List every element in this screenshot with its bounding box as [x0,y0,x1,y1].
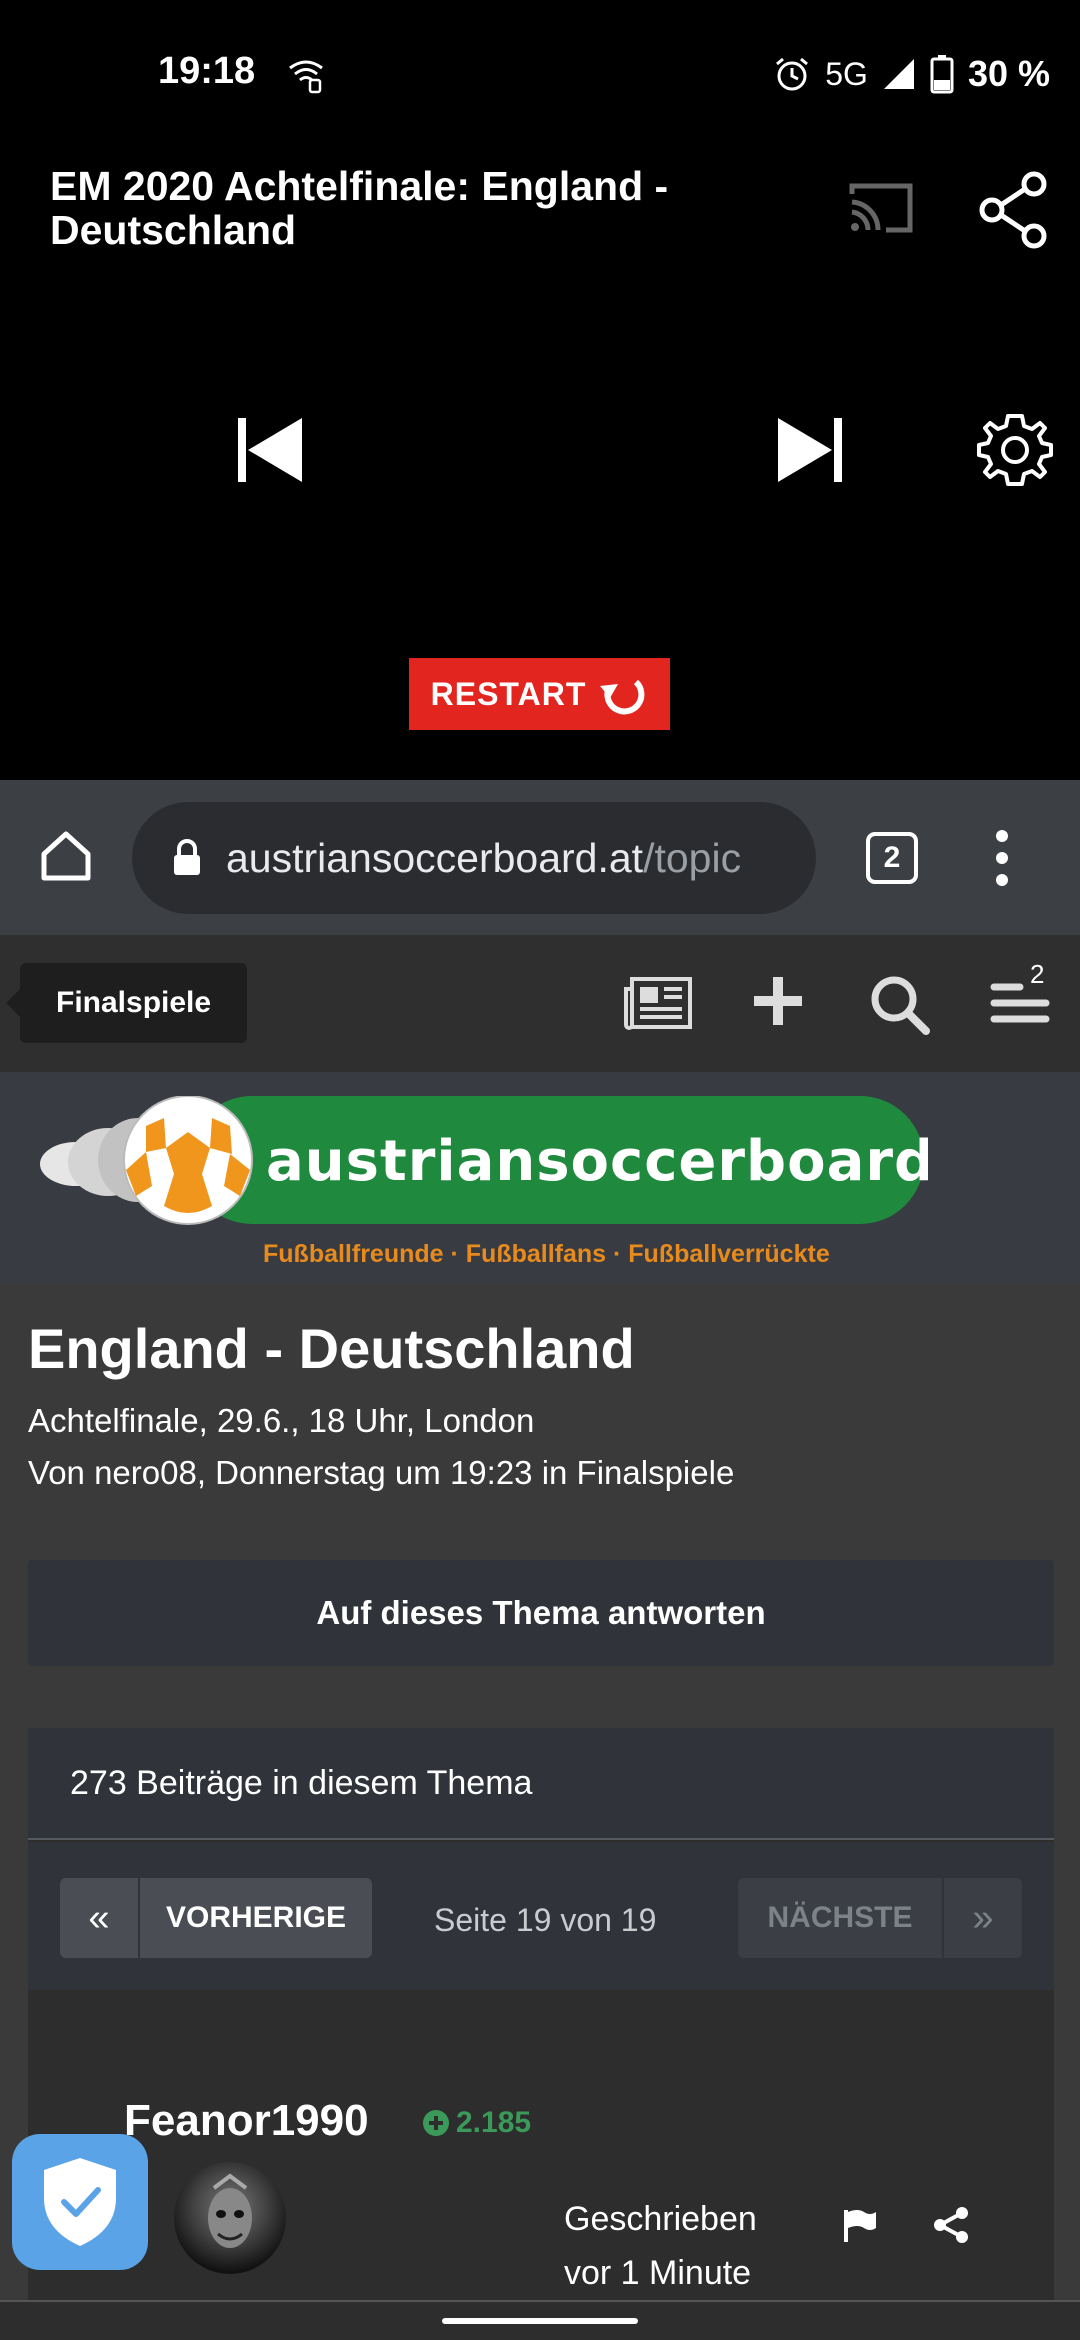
post-author[interactable]: Feanor1990 [124,2096,369,2146]
previous-icon[interactable] [234,414,306,486]
avatar-image [208,2173,252,2248]
posts-container: 273 Beiträge in diesem Thema « VORHERIGE… [28,1728,1054,2300]
share-icon[interactable] [932,2206,970,2244]
restart-button[interactable]: RESTART [409,658,670,730]
pagination: « VORHERIGE Seite 19 von 19 NÄCHSTE » [28,1842,1054,1990]
flag-icon[interactable] [840,2206,878,2244]
next-page-button: NÄCHSTE [738,1878,942,1958]
alarm-icon [776,57,809,91]
clock: 19:18 [158,50,256,92]
news-icon[interactable] [622,975,694,1031]
menu-badge: 2 [1030,959,1045,989]
reputation-badge: 2.185 [422,2106,531,2140]
url-path: /topic [643,834,742,881]
gesture-bar [0,2300,1080,2340]
url-host: austriansoccerboard.at [226,834,644,881]
site-banner: austriansoccerboard.at Fußballfreunde · … [0,1072,1080,1284]
settings-icon[interactable] [975,410,1055,490]
restart-icon [600,679,645,715]
first-page-button[interactable]: « [60,1878,138,1958]
topic-subtitle: Achtelfinale, 29.6., 18 Uhr, London [28,1402,535,1439]
battery-icon [930,55,954,94]
search-icon[interactable] [868,973,930,1035]
network-type: 5G [825,55,868,92]
home-icon[interactable] [38,828,94,884]
battery-level: 30 % [967,53,1050,94]
page-info[interactable]: Seite 19 von 19 [434,1902,656,1939]
overflow-menu-icon[interactable] [986,828,1018,888]
cast-icon[interactable] [848,180,914,236]
reputation-value: 2.185 [456,2106,532,2139]
logo-site-name: austriansoccerboard.at [266,1129,928,1194]
home-indicator[interactable] [442,2318,638,2324]
last-page-button: » [944,1878,1022,1958]
topic-meta: Von nero08, Donnerstag um 19:23 in Final… [28,1454,735,1491]
post-timestamp-line2: vor 1 Minute [564,2254,752,2292]
tab-switcher-button[interactable]: 2 [866,832,918,884]
post-count: 273 Beiträge in diesem Thema [28,1728,1054,1840]
previous-page-button[interactable]: VORHERIGE [140,1878,372,1958]
share-icon[interactable] [978,170,1050,250]
video-title: EM 2020 Achtelfinale: England - Deutschl… [50,163,669,253]
signal-icon [883,59,914,89]
post-timestamp: Geschrieben vor 1 Minute [564,2192,757,2300]
breadcrumb[interactable]: Finalspiele [5,963,248,1043]
shield-check-icon [44,2158,116,2246]
plus-circle-icon [423,2110,449,2136]
topic-title: England - Deutschland [28,1317,635,1380]
privacy-shield-button[interactable] [12,2134,148,2270]
next-icon[interactable] [774,414,846,486]
avatar[interactable] [174,2162,286,2274]
logo-tagline: Fußballfreunde · Fußballfans · Fußballve… [263,1240,830,1268]
restart-label: RESTART [430,675,587,712]
address-bar[interactable]: austriansoccerboard.at /topic [132,802,816,914]
status-bar: 19:18 5G 30 % [0,0,1080,150]
forum-nav-bar: Finalspiele 2 [0,935,1080,1072]
topic-content: England - Deutschland Achtelfinale, 29.6… [0,1284,1080,2300]
site-logo[interactable]: austriansoccerboard.at Fußballfreunde · … [38,1096,928,1276]
post-timestamp-line1: Geschrieben [564,2200,757,2238]
status-icons: 5G 30 % [773,52,1050,96]
lock-icon [174,839,200,875]
reply-button[interactable]: Auf dieses Thema antworten [28,1560,1054,1666]
video-player[interactable]: EM 2020 Achtelfinale: England - Deutschl… [0,150,1080,918]
browser-toolbar: austriansoccerboard.at /topic 2 [0,780,1080,935]
wifi-call-icon [289,60,323,94]
plus-icon[interactable] [752,975,804,1027]
